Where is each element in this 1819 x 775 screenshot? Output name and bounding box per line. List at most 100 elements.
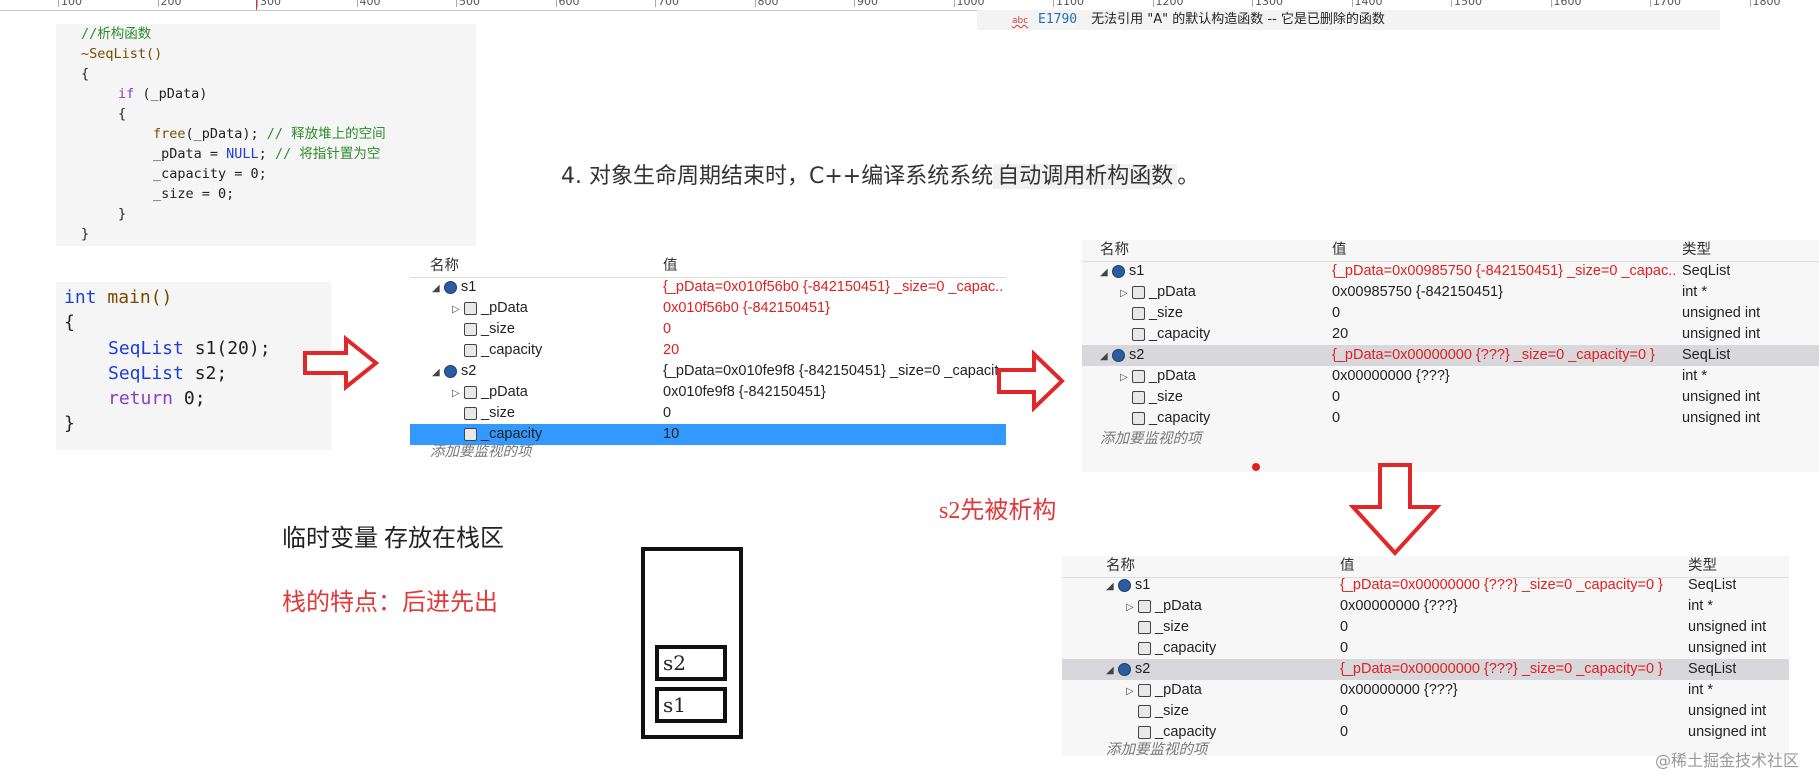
watch-window-3: 名称 值 类型 ◢ s1 {_pData=0x00000000 {???} _si… [1062,556,1789,758]
expand-icon[interactable]: ▷ [1120,367,1132,388]
column-value[interactable]: 值 [1340,556,1355,577]
watch-name: s2 [1135,661,1151,677]
column-type[interactable]: 类型 [1682,240,1711,261]
code-main-sig: int main() [64,286,172,310]
watch-row[interactable]: _size 0 unsigned int [1082,303,1819,324]
watch-row[interactable]: _size 0 [410,403,1006,424]
watch-value: {_pData=0x00000000 {???} _size=0 _capaci… [1332,347,1655,363]
watch-row[interactable]: _size 0 [410,319,1006,340]
column-name[interactable]: 名称 [430,256,459,277]
watch-type: int * [1682,284,1707,300]
watch-name: _capacity [1149,326,1211,342]
watch-name: _size [1155,703,1189,719]
watch-row[interactable]: _size 0 unsigned int [1062,701,1789,722]
ruler-tick: 1200 [1152,0,1184,7]
expand-icon[interactable]: ▷ [452,383,464,404]
column-name[interactable]: 名称 [1100,240,1129,261]
watch-header: 名称 值 类型 [1082,240,1819,262]
watch-type: unsigned int [1682,389,1761,405]
watch-type: int * [1682,368,1707,384]
field-icon [1132,411,1145,425]
watch-row[interactable]: _capacity 0 unsigned int [1082,408,1819,429]
watch-name: _size [481,321,515,337]
field-icon [464,322,477,336]
code-text: s2; [183,363,228,384]
watch-row[interactable]: _size 0 unsigned int [1082,387,1819,408]
field-icon [1132,306,1145,320]
add-watch-item[interactable]: 添加要监视的项 [1100,429,1819,450]
code-text: (_pData); [185,126,267,142]
ruler-tick: 700 [655,0,679,7]
watch-type: SeqList [1682,263,1731,279]
field-icon [1132,285,1145,299]
code-if-line: if (_pData) [118,85,207,103]
watch-row[interactable]: ◢ s2 {_pData=0x010fe9f8 {-842150451} _siz… [410,361,1006,382]
expand-icon[interactable]: ▷ [1126,681,1138,702]
watch-row[interactable]: ▷ _pData 0x00000000 {???} int * [1062,596,1789,617]
expand-icon[interactable]: ▷ [1126,597,1138,618]
object-icon [1118,662,1131,676]
object-icon [1112,264,1125,278]
watch-value: 0 [1340,619,1349,635]
collapse-icon[interactable]: ◢ [432,362,444,383]
watch-name: _pData [1155,682,1202,698]
column-value[interactable]: 值 [1332,240,1347,261]
watch-row[interactable]: ▷ _pData 0x00000000 {???} int * [1062,680,1789,701]
collapse-icon[interactable]: ◢ [1106,576,1118,597]
field-icon [464,385,477,399]
watch-value: 0x00000000 {???} [1340,682,1458,698]
stack-diagram: s2 s1 [641,547,743,739]
expand-icon[interactable]: ▷ [1120,283,1132,304]
watch-row[interactable]: _capacity 20 [410,340,1006,361]
object-icon [1118,578,1131,592]
ruler-tick: 400 [356,0,381,7]
watch-value: 0x010f56b0 {-842150451} [663,300,830,316]
arrow-right-1 [303,335,380,391]
ruler-tick: 500 [456,0,480,7]
temp-var-note: 临时变量 存放在栈区 [282,526,504,552]
note-end: 。 [1177,164,1200,189]
field-icon [1138,725,1151,739]
object-icon [444,364,457,378]
watch-row[interactable]: ◢ s1 {_pData=0x00985750 {-842150451} _siz… [1082,261,1819,282]
column-value[interactable]: 值 [663,256,678,277]
expand-icon[interactable]: ▷ [452,299,464,320]
collapse-icon[interactable]: ◢ [1106,660,1118,681]
collapse-icon[interactable]: ◢ [432,278,444,299]
collapse-icon[interactable]: ◢ [1100,346,1112,367]
code-brace: { [81,66,90,82]
collapse-icon[interactable]: ◢ [1100,262,1112,283]
error-list-row[interactable]: abc E1790 无法引用 "A" 的默认构造函数 -- 它是已删除的函数 [977,10,1720,30]
field-icon [464,343,477,357]
code-text: _pData = [153,146,227,162]
watch-row[interactable]: ▷ _pData 0x010fe9f8 {-842150451} [410,382,1006,403]
ruler-tick: 100 [58,0,82,7]
watch-value: 20 [663,342,680,358]
object-icon [444,280,457,294]
watch-row[interactable]: ▷ _pData 0x00985750 {-842150451} int * [1082,282,1819,303]
code-decl-s2: SeqList s2; [108,362,227,386]
watch-row[interactable]: ◢ s2 {_pData=0x00000000 {???} _size=0 _ca… [1082,345,1819,366]
field-icon [464,301,477,315]
watch-type: int * [1688,682,1713,698]
watch-row[interactable]: _capacity 20 unsigned int [1082,324,1819,345]
watch-row[interactable]: ▷ _pData 0x010f56b0 {-842150451} [410,298,1006,319]
column-type[interactable]: 类型 [1688,556,1717,577]
watch-row[interactable]: _size 0 unsigned int [1062,617,1789,638]
code-null-line: _pData = NULL; // 将指针置为空 [153,145,380,163]
watch-row[interactable]: ◢ s1 {_pData=0x00000000 {???} _size=0 _ca… [1062,575,1789,596]
watch-type: unsigned int [1682,326,1761,342]
column-name[interactable]: 名称 [1106,556,1135,577]
code-text: 0; [173,388,206,409]
watch-row[interactable]: ◢ s1 {_pData=0x010f56b0 {-842150451} _siz… [410,277,1006,298]
watch-row[interactable]: ◢ s2 {_pData=0x00000000 {???} _size=0 _ca… [1062,659,1789,680]
code-decl-s1: SeqList s1(20); [108,337,271,361]
code-capacity-line: _capacity = 0; [153,166,267,182]
watch-row[interactable]: ▷ _pData 0x00000000 {???} int * [1082,366,1819,387]
function-name: free [153,126,186,142]
watch-name: _capacity [1149,410,1211,426]
add-watch-item[interactable]: 添加要监视的项 [430,442,1006,463]
ruler-tick: 1400 [1351,0,1383,7]
watch-row[interactable]: _capacity 0 unsigned int [1062,638,1789,659]
watch-value: 0 [1332,410,1341,426]
